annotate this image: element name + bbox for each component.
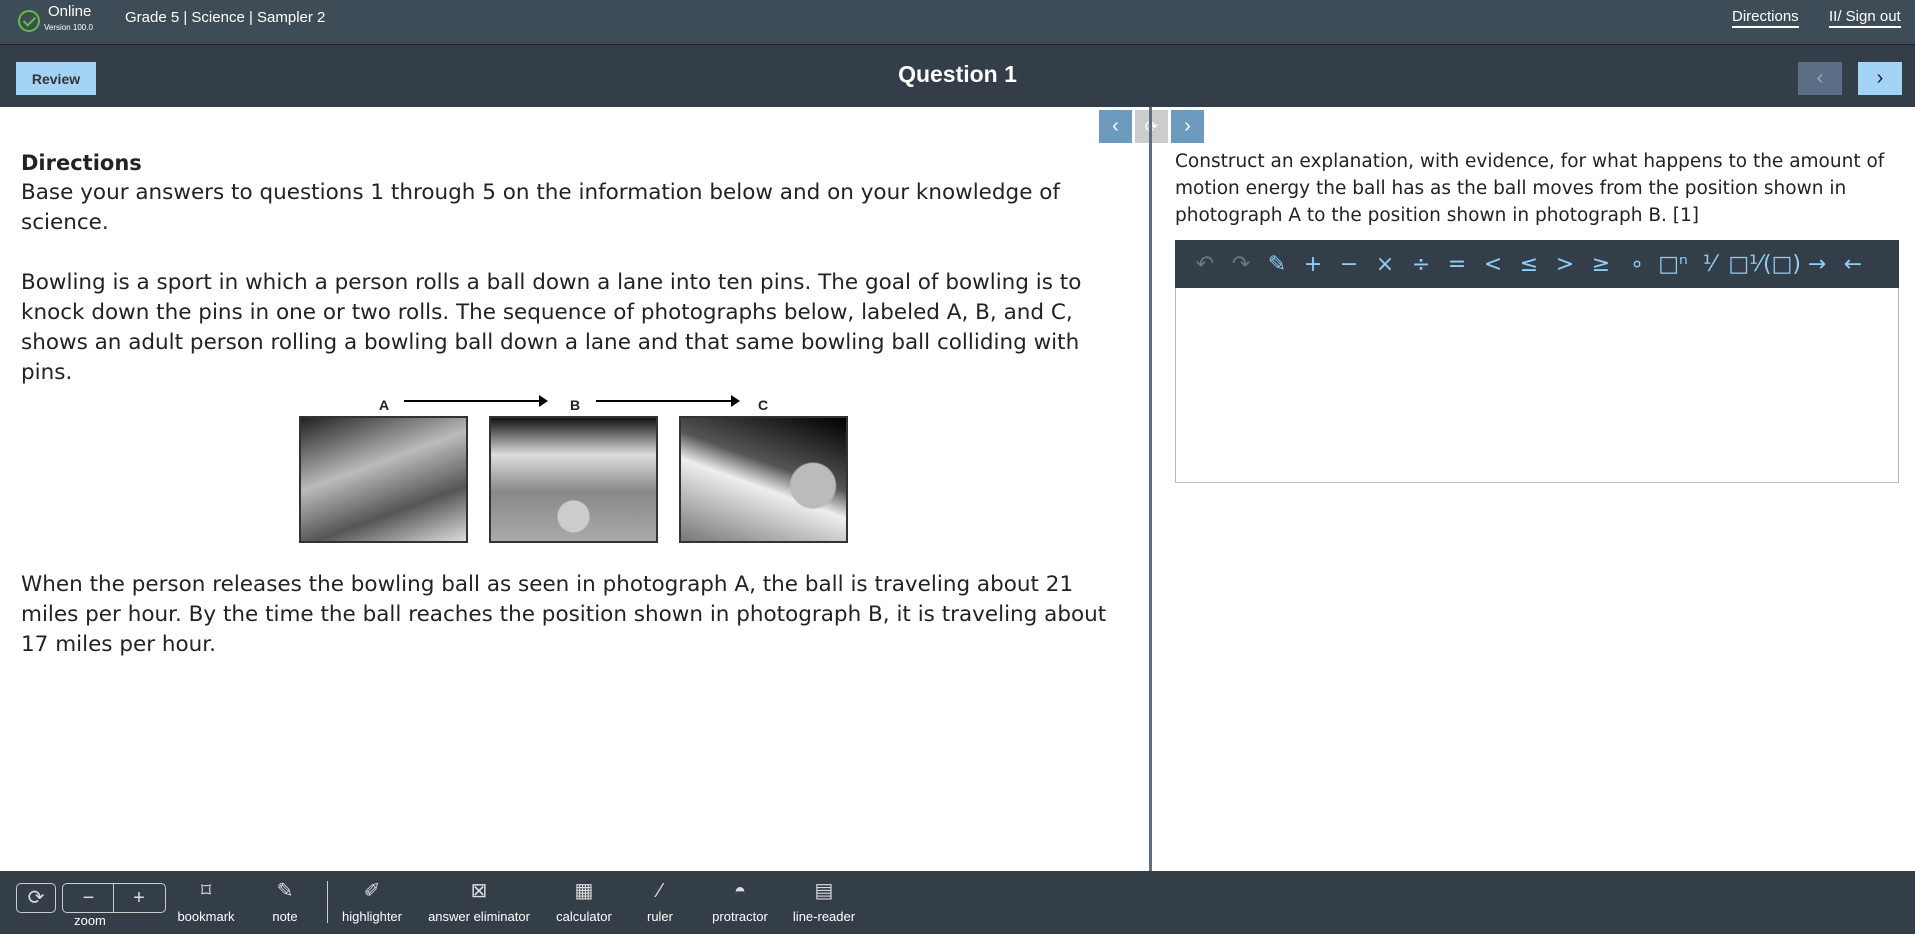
photo-b — [489, 416, 658, 543]
less-than-icon[interactable]: < — [1475, 252, 1511, 277]
left-arrow-icon[interactable]: ← — [1835, 252, 1871, 277]
bookmark-button[interactable]: ⌑ bookmark — [170, 871, 242, 934]
sign-out-link[interactable]: II/ Sign out — [1829, 8, 1901, 28]
question-prompt: Construct an explanation, with evidence,… — [1175, 151, 1885, 226]
protractor-button[interactable]: ◓ protractor — [702, 871, 778, 934]
line-reader-button[interactable]: ▤ line-reader — [788, 871, 860, 934]
zoom-in-icon[interactable]: + — [114, 884, 164, 912]
photo-a — [299, 416, 468, 543]
ruler-icon: ⁄ — [658, 880, 662, 902]
passage-paragraph: Bowling is a sport in which a person rol… — [21, 270, 1082, 385]
course-title: Grade 5 | Science | Sampler 2 — [125, 9, 326, 26]
status-text: Online — [48, 3, 92, 20]
passage-intro: Base your answers to questions 1 through… — [21, 180, 1060, 235]
right-arrow-icon[interactable]: → — [1799, 252, 1835, 277]
math-toolbar: ↶ ↷ ✎ + − × ÷ = < ≤ > ≥ ∘ □ⁿ ⅟ □⅟ (□) → … — [1175, 240, 1899, 288]
next-question-button[interactable]: › — [1858, 62, 1902, 95]
equals-icon[interactable]: = — [1439, 252, 1475, 277]
passage-heading: Directions — [21, 151, 142, 175]
degree-icon[interactable]: ∘ — [1619, 252, 1655, 277]
bookmark-icon: ⌑ — [200, 880, 212, 902]
arrow-icon — [404, 395, 548, 407]
online-check-icon — [18, 10, 40, 32]
pane-divider[interactable] — [1149, 107, 1152, 871]
tool-label: highlighter — [342, 909, 402, 924]
passage-paragraph: When the person releases the bowling bal… — [21, 572, 1107, 657]
page-title: Question 1 — [898, 61, 1017, 87]
tool-divider — [327, 881, 328, 923]
exponent-icon[interactable]: □ⁿ — [1655, 252, 1691, 277]
mixed-number-icon[interactable]: □⅟ — [1727, 252, 1763, 277]
minus-icon[interactable]: − — [1331, 252, 1367, 277]
zoom-out-icon[interactable]: − — [64, 884, 114, 912]
protractor-icon: ◓ — [733, 880, 747, 902]
parentheses-icon[interactable]: (□) — [1763, 252, 1801, 277]
fraction-icon[interactable]: ⅟ — [1691, 252, 1727, 277]
version-text: Version 100.0 — [44, 23, 93, 32]
highlighter-button[interactable]: ✐ highlighter — [334, 871, 410, 934]
highlighter-icon: ✐ — [363, 880, 381, 902]
answer-eliminator-button[interactable]: ⊠ answer eliminator — [420, 871, 538, 934]
note-icon: ✎ — [276, 880, 294, 902]
arrow-icon — [596, 395, 740, 407]
greater-than-icon[interactable]: > — [1547, 252, 1583, 277]
calculator-icon: ▦ — [574, 880, 594, 902]
zoom-controls: − + — [62, 883, 166, 913]
greater-equal-icon[interactable]: ≥ — [1583, 252, 1619, 277]
less-equal-icon[interactable]: ≤ — [1511, 252, 1547, 277]
reset-zoom-icon[interactable]: ⟳ — [16, 883, 56, 913]
tool-label: line-reader — [792, 909, 856, 924]
passage: Directions Base your answers to question… — [21, 148, 1131, 690]
tool-label: note — [272, 909, 298, 924]
tool-label: bookmark — [177, 909, 235, 924]
collapse-right-button[interactable]: › — [1171, 110, 1204, 143]
undo-icon[interactable]: ↶ — [1187, 252, 1223, 277]
redo-icon[interactable]: ↷ — [1223, 252, 1259, 277]
answer-input[interactable] — [1175, 288, 1899, 483]
photo-sequence: A B C — [21, 390, 1131, 550]
divide-icon[interactable]: ÷ — [1403, 252, 1439, 277]
tool-label: calculator — [556, 909, 612, 924]
tool-label: ruler — [646, 909, 673, 924]
top-bar: Online Version 100.0 Grade 5 | Science |… — [0, 0, 1915, 44]
zoom-label: zoom — [74, 913, 106, 928]
ruler-button[interactable]: ⁄ ruler — [640, 871, 680, 934]
line-reader-icon: ▤ — [814, 880, 834, 902]
times-icon[interactable]: × — [1367, 252, 1403, 277]
tool-bar: ⟳ − + zoom ⌑ bookmark ✎ note ✐ highlighter ⊠… — [0, 871, 1915, 934]
answer-eliminator-icon: ⊠ — [470, 880, 488, 902]
handwriting-icon[interactable]: ✎ — [1259, 252, 1295, 277]
plus-icon[interactable]: + — [1295, 252, 1331, 277]
calculator-button[interactable]: ▦ calculator — [550, 871, 618, 934]
tool-label: answer eliminator — [428, 909, 530, 924]
collapse-left-button[interactable]: ‹ — [1099, 110, 1132, 143]
directions-link[interactable]: Directions — [1732, 8, 1799, 28]
question-header: Review Question 1 ‹ › — [0, 44, 1915, 107]
previous-question-button[interactable]: ‹ — [1798, 62, 1842, 95]
tool-label: protractor — [712, 909, 768, 924]
photo-c — [679, 416, 848, 543]
note-button[interactable]: ✎ note — [260, 871, 310, 934]
